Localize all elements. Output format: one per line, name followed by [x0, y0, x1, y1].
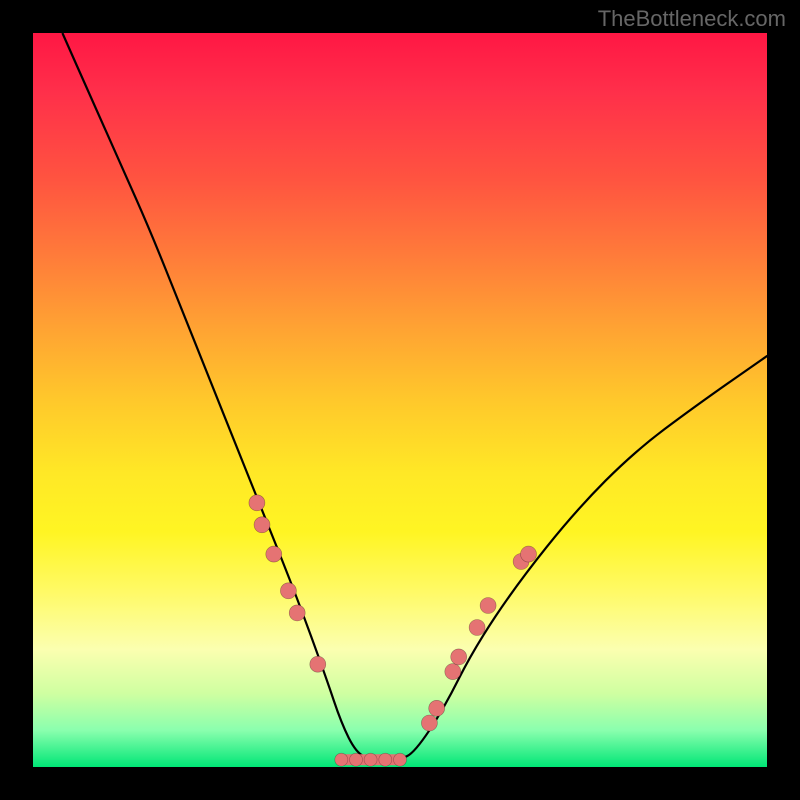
data-marker	[469, 620, 485, 636]
data-marker	[429, 700, 445, 716]
data-marker	[421, 715, 437, 731]
data-marker	[254, 517, 270, 533]
data-marker	[521, 546, 537, 562]
data-marker	[451, 649, 467, 665]
minimum-marker	[394, 753, 407, 766]
data-marker	[249, 495, 265, 511]
data-marker	[445, 664, 461, 680]
data-marker	[266, 546, 282, 562]
minimum-marker	[335, 753, 348, 766]
bottleneck-curve	[62, 33, 767, 760]
chart-svg	[33, 33, 767, 767]
minimum-dots	[335, 753, 407, 766]
data-markers	[249, 495, 537, 731]
minimum-marker	[364, 753, 377, 766]
chart-gradient-background	[33, 33, 767, 767]
watermark-text: TheBottleneck.com	[598, 6, 786, 32]
minimum-marker	[379, 753, 392, 766]
minimum-marker	[350, 753, 363, 766]
data-marker	[480, 598, 496, 614]
data-marker	[289, 605, 305, 621]
data-marker	[310, 656, 326, 672]
data-marker	[280, 583, 296, 599]
